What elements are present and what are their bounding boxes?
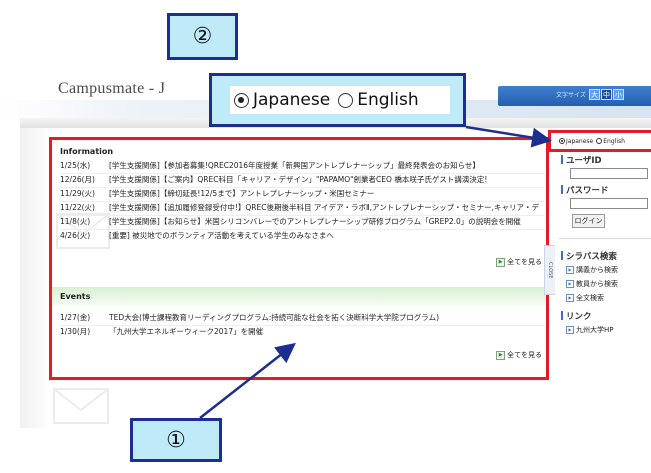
arrow-two	[465, 125, 552, 148]
arrow-one	[199, 342, 296, 419]
callout-arrows	[199, 125, 552, 419]
screenshot-page: Campusmate - J 文字サイズ 大 中 小 Information 1…	[0, 0, 651, 473]
